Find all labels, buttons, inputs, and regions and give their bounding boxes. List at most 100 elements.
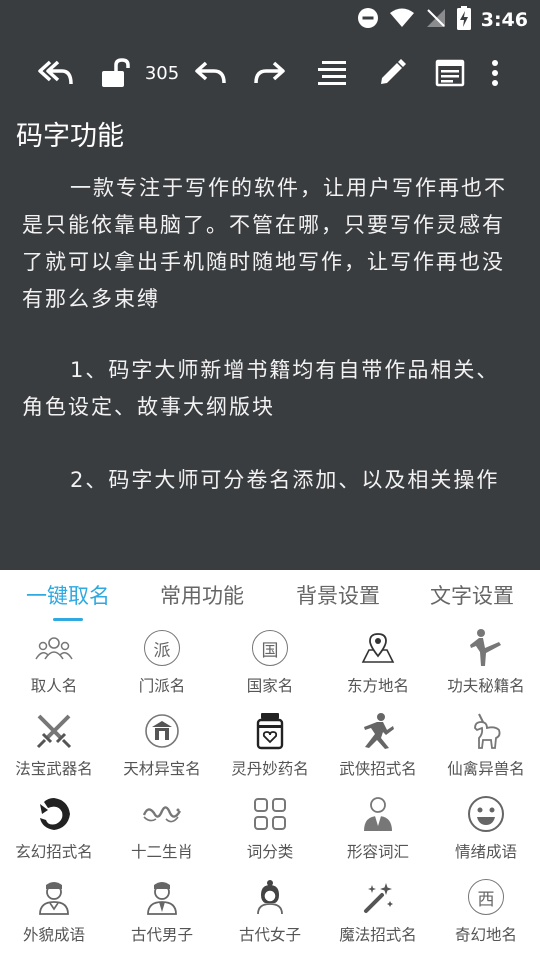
document-title[interactable]: 码字功能 [16, 114, 124, 153]
smiley-icon [466, 794, 506, 834]
no-signal-icon [425, 7, 447, 33]
naming-tools-grid: 取人名 派 门派名 国 国家名 东方地名 功夫秘籍名 法宝武器名 天材异宝名 灵… [0, 626, 540, 960]
grid-item-label: 国家名 [246, 677, 294, 695]
unlock-icon [102, 58, 130, 87]
grid-item-ancient-female[interactable]: 古代女子 [216, 875, 324, 958]
grid-item-label: 情绪成语 [454, 843, 517, 861]
grid-item-fantasy-place[interactable]: 西 奇幻地名 [432, 875, 540, 958]
grid-item-person-name[interactable]: 取人名 [0, 626, 108, 709]
treasure-icon [142, 711, 182, 751]
dragon-icon [34, 794, 74, 834]
format-button[interactable] [314, 56, 350, 90]
grid-item-adjectives[interactable]: 形容词汇 [324, 792, 432, 875]
panel-tabs: 一键取名 常用功能 背景设置 文字设置 [0, 570, 540, 626]
grid-item-word-category[interactable]: 词分类 [216, 792, 324, 875]
notes-button[interactable] [432, 56, 468, 90]
grid-item-label: 仙禽异兽名 [447, 760, 525, 778]
tab-background-settings[interactable]: 背景设置 [288, 580, 388, 616]
woman-avatar-icon [250, 877, 290, 917]
crossed-swords-icon [34, 711, 74, 751]
paragraph-text: 2、码字大师可分卷名添加、以及相关操作 [70, 468, 500, 492]
paragraph[interactable]: 一款专注于写作的软件，让用户写作再也不是只能依靠电脑了。不管在哪，只要写作灵感有… [22, 170, 522, 318]
undo-icon [195, 61, 226, 84]
map-pin-icon [358, 628, 398, 668]
country-seal-icon: 国 [250, 628, 290, 668]
pencil-icon [381, 59, 406, 84]
grid-item-mythical-beast[interactable]: 仙禽异兽名 [432, 709, 540, 792]
businessman-icon [358, 794, 398, 834]
tab-quick-naming[interactable]: 一键取名 [18, 580, 118, 616]
magic-wand-icon [358, 877, 398, 917]
seal-glyph: 国 [252, 630, 288, 666]
paragraph-text: 一款专注于写作的软件，让用户写作再也不是只能依靠电脑了。不管在哪，只要写作灵感有… [22, 176, 507, 311]
clock-time: 3:46 [480, 9, 528, 31]
grid-item-emotion-idioms[interactable]: 情绪成语 [432, 792, 540, 875]
grid-item-label: 灵丹妙药名 [231, 760, 309, 778]
grid-item-kungfu-manual[interactable]: 功夫秘籍名 [432, 626, 540, 709]
grid-item-label: 形容词汇 [346, 843, 409, 861]
sect-seal-icon: 派 [142, 628, 182, 668]
grid-item-label: 古代女子 [238, 926, 301, 944]
reply-all-icon [38, 60, 73, 85]
grid-item-label: 词分类 [246, 843, 294, 861]
grid-item-label: 玄幻招式名 [15, 843, 93, 861]
grid-item-weapon-name[interactable]: 法宝武器名 [0, 709, 108, 792]
people-group-icon [34, 628, 74, 668]
redo-button[interactable] [252, 56, 288, 90]
undo-button[interactable] [192, 56, 228, 90]
more-vertical-icon [492, 60, 498, 86]
tools-panel: 一键取名 常用功能 背景设置 文字设置 取人名 派 门派名 国 国家名 东方地名… [0, 570, 540, 960]
medicine-bottle-icon [250, 711, 290, 751]
grid-item-label: 取人名 [30, 677, 78, 695]
battery-charging-icon [456, 6, 471, 34]
grid-item-appearance-idioms[interactable]: 外貌成语 [0, 875, 108, 958]
grid-item-rare-treasure[interactable]: 天材异宝名 [108, 709, 216, 792]
notepad-icon [435, 59, 465, 87]
align-lines-icon [318, 61, 346, 85]
paragraph[interactable]: 2、码字大师可分卷名添加、以及相关操作 [22, 462, 522, 499]
word-count: 305 [144, 62, 180, 84]
paragraph-text: 1、码字大师新增书籍均有自带作品相关、角色设定、故事大纲版块 [22, 358, 500, 419]
wifi-icon [389, 7, 415, 33]
tab-common-functions[interactable]: 常用功能 [152, 580, 252, 616]
grid-item-label: 武侠招式名 [339, 760, 417, 778]
edit-button[interactable] [374, 56, 410, 90]
person-avatar-icon [34, 877, 74, 917]
undo-all-button[interactable] [36, 56, 76, 90]
grid-item-magic-move[interactable]: 魔法招式名 [324, 875, 432, 958]
grid-item-eastern-place[interactable]: 东方地名 [324, 626, 432, 709]
status-bar: 3:46 [0, 0, 540, 38]
grid-item-sect-name[interactable]: 派 门派名 [108, 626, 216, 709]
grid-item-label: 东方地名 [346, 677, 409, 695]
seal-glyph: 西 [468, 879, 504, 915]
paragraph[interactable]: 1、码字大师新增书籍均有自带作品相关、角色设定、故事大纲版块 [22, 352, 522, 426]
active-tab-indicator [53, 618, 83, 621]
grid-squares-icon [250, 794, 290, 834]
grid-item-fantasy-move[interactable]: 玄幻招式名 [0, 792, 108, 875]
grid-item-label: 奇幻地名 [454, 926, 517, 944]
lock-button[interactable] [98, 56, 134, 90]
unicorn-icon [466, 711, 506, 751]
grid-item-label: 门派名 [138, 677, 186, 695]
do-not-disturb-icon [357, 7, 379, 33]
west-seal-icon: 西 [466, 877, 506, 917]
grid-item-label: 古代男子 [130, 926, 193, 944]
grid-item-ancient-male[interactable]: 古代男子 [108, 875, 216, 958]
grid-item-label: 魔法招式名 [339, 926, 417, 944]
grid-item-label: 天材异宝名 [123, 760, 201, 778]
kungfu-kick-icon [466, 628, 506, 668]
more-menu-button[interactable] [484, 56, 506, 90]
editor-toolbar: 305 [0, 50, 540, 96]
martial-arts-icon [358, 711, 398, 751]
man-avatar-icon [142, 877, 182, 917]
editor-area[interactable]: 码字功能 一款专注于写作的软件，让用户写作再也不是只能依靠电脑了。不管在哪，只要… [0, 100, 540, 570]
grid-item-label: 十二生肖 [130, 843, 193, 861]
grid-item-zodiac[interactable]: 十二生肖 [108, 792, 216, 875]
redo-icon [254, 61, 285, 84]
seal-glyph: 派 [144, 630, 180, 666]
grid-item-country-name[interactable]: 国 国家名 [216, 626, 324, 709]
grid-item-label: 外貌成语 [22, 926, 85, 944]
grid-item-wuxia-move[interactable]: 武侠招式名 [324, 709, 432, 792]
grid-item-elixir-name[interactable]: 灵丹妙药名 [216, 709, 324, 792]
tab-text-settings[interactable]: 文字设置 [422, 580, 522, 616]
